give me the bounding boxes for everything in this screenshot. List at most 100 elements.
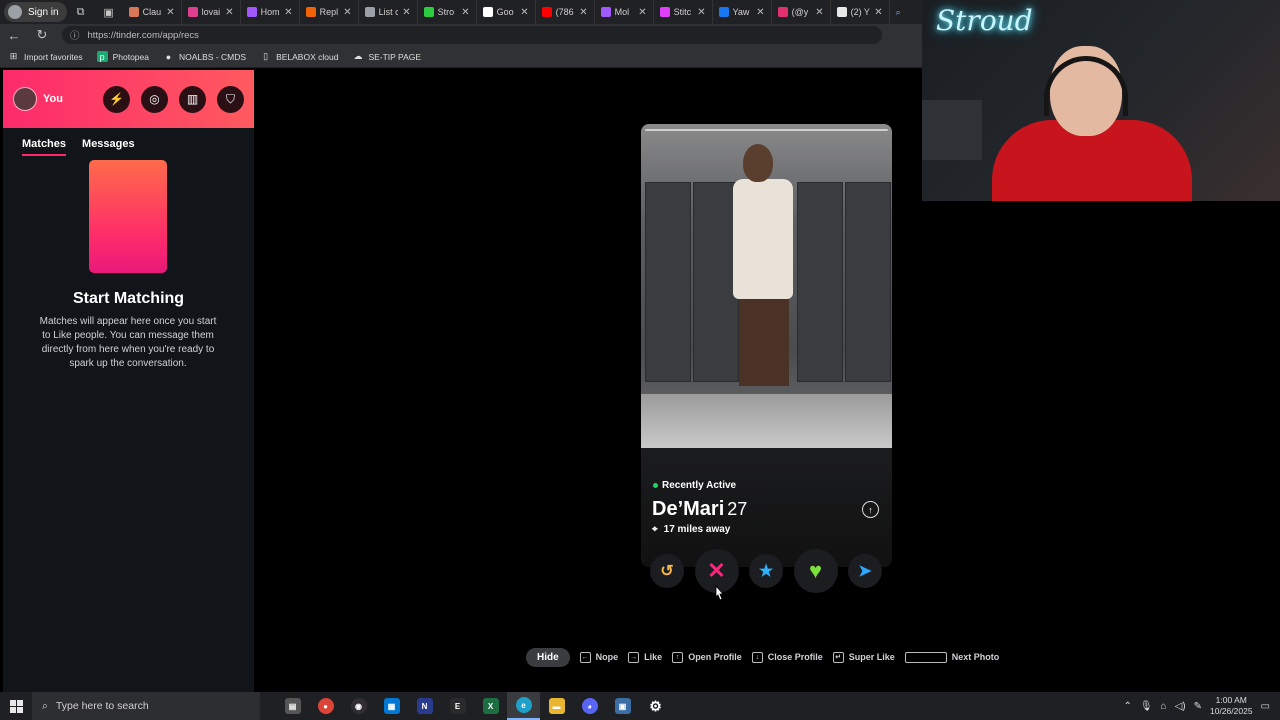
taskbar-search[interactable]: ⌕ Type here to search	[32, 692, 260, 720]
system-tray: ⌃ 🎙 ⌂ ◁) ✎ 1:00 AM 10/26/2025 ▭	[1123, 692, 1280, 720]
favicon-icon	[718, 7, 729, 17]
windows-logo-icon	[9, 699, 23, 713]
network-icon[interactable]: ⌂	[1161, 701, 1167, 712]
bookmark-label: Photopea	[112, 51, 149, 62]
epic-games-icon: E	[449, 698, 466, 714]
site-info-icon[interactable]: ⓘ	[70, 28, 80, 42]
browser-tab[interactable]: List c ✕	[359, 0, 418, 24]
mouse-cursor-icon	[715, 585, 724, 601]
pen-icon[interactable]: ✎	[1194, 701, 1202, 712]
store-icon: ▦	[383, 698, 400, 714]
rewind-button[interactable]: ↺	[650, 554, 684, 588]
work-mode-button[interactable]: ▥	[179, 85, 206, 113]
taskbar-settings[interactable]: ⚙	[639, 692, 672, 720]
notifications-icon[interactable]: ▭	[1261, 701, 1270, 712]
taskbar-clock[interactable]: 1:00 AM 10/26/2025	[1210, 695, 1253, 717]
bookmark-se-tip[interactable]: ☁ SE-TIP PAGE	[352, 51, 421, 62]
task-view-icon: ▤	[284, 698, 301, 714]
bookmark-noalbs[interactable]: ● NOALBS - CMDS	[163, 51, 246, 62]
taskbar-explorer[interactable]: ▬	[540, 692, 573, 720]
safety-button[interactable]: ⛉	[217, 85, 244, 113]
favicon-icon	[364, 7, 375, 17]
tab-messages[interactable]: Messages	[82, 138, 135, 156]
workspaces-icon[interactable]: ⧉	[67, 0, 95, 24]
taskbar-epic[interactable]: E	[441, 692, 474, 720]
close-tab-icon[interactable]: ✕	[166, 7, 174, 18]
browser-tab[interactable]: Stro ✕	[418, 0, 477, 24]
hide-hints-button[interactable]: Hide	[526, 647, 570, 667]
profile-photo[interactable]	[641, 124, 892, 448]
close-tab-icon[interactable]: ✕	[697, 7, 705, 18]
close-tab-icon[interactable]: ✕	[461, 7, 469, 18]
super-like-button[interactable]: ★	[749, 554, 783, 588]
favicon-icon	[541, 7, 552, 17]
start-button[interactable]	[0, 692, 32, 720]
user-name[interactable]: You	[43, 93, 92, 105]
taskbar-obs[interactable]: ◉	[342, 692, 375, 720]
chevron-up-icon[interactable]: ⌃	[1123, 701, 1131, 712]
excel-icon: X	[482, 698, 499, 714]
volume-icon[interactable]: ◁)	[1175, 701, 1186, 712]
browser-tab[interactable]: Yaw ✕	[713, 0, 772, 24]
close-tab-icon[interactable]: ✕	[520, 7, 528, 18]
taskbar-task-view[interactable]: ▤	[276, 692, 309, 720]
browser-tab[interactable]: Hom ✕	[241, 0, 300, 24]
taskbar-excel[interactable]: X	[474, 692, 507, 720]
close-tab-icon[interactable]: ✕	[815, 7, 823, 18]
tab-actions-icon[interactable]: ▣	[95, 0, 123, 24]
close-tab-icon[interactable]: ✕	[343, 7, 351, 18]
explore-button[interactable]: ◎	[141, 85, 168, 113]
bookmarks-bar: ⊞ Import favorites p Photopea ● NOALBS - CM…	[0, 46, 922, 68]
close-tab-icon[interactable]: ✕	[284, 7, 292, 18]
browser-tab[interactable]: (2) Y ✕	[831, 0, 890, 24]
microphone-icon[interactable]: 🎙	[1140, 701, 1153, 712]
taskbar-discord[interactable]: ◕	[573, 692, 606, 720]
locker-shape	[645, 182, 691, 382]
browser-tab[interactable]: lovai ✕	[182, 0, 241, 24]
browser-tab[interactable]: Goo ✕	[477, 0, 536, 24]
reload-icon[interactable]: ↻	[28, 27, 56, 43]
bookmark-photopea[interactable]: p Photopea	[96, 51, 149, 62]
taskbar-notion[interactable]: N	[408, 692, 441, 720]
taskbar-store[interactable]: ▦	[375, 692, 408, 720]
browser-tab[interactable]: Stitc ✕	[654, 0, 713, 24]
taskbar-edge[interactable]: e	[507, 692, 540, 720]
like-button[interactable]: ♥	[793, 549, 838, 593]
close-tab-icon[interactable]: ✕	[638, 7, 646, 18]
bookmark-import-favorites[interactable]: ⊞ Import favorites	[8, 51, 83, 62]
close-icon: ✕	[707, 558, 726, 583]
profile-name-row: De’Mari 27	[652, 498, 747, 521]
tab-search-icon[interactable]: ⌕	[890, 0, 912, 24]
taskbar-chrome[interactable]: ●	[309, 692, 342, 720]
streamelements-icon: ☁	[353, 51, 363, 61]
boost-button[interactable]: ⚡	[103, 85, 130, 113]
back-arrow-icon[interactable]: ←	[0, 28, 28, 43]
close-tab-icon[interactable]: ✕	[756, 7, 764, 18]
page-icon: ▯	[263, 51, 269, 61]
favicon-icon	[187, 7, 198, 17]
close-tab-icon[interactable]: ✕	[874, 7, 882, 18]
boost-send-button[interactable]: ➤	[848, 554, 882, 588]
hint-label: Like	[644, 652, 663, 662]
url-field[interactable]: ⓘ https://tinder.com/app/recs	[62, 26, 882, 44]
browser-tab[interactable]: (@y ✕	[772, 0, 831, 24]
favicon-icon	[777, 7, 788, 17]
search-placeholder: Type here to search	[55, 700, 149, 712]
heart-icon: ♥	[808, 558, 823, 583]
taskbar-photos[interactable]: ▣	[606, 692, 639, 720]
down-arrow-key-icon: ↓	[751, 651, 763, 663]
url-text: https://tinder.com/app/recs	[87, 29, 199, 41]
avatar[interactable]	[13, 87, 37, 111]
tab-matches[interactable]: Matches	[22, 138, 67, 156]
github-icon: ●	[165, 51, 172, 62]
browser-tab[interactable]: (786 ✕	[536, 0, 595, 24]
browser-tab[interactable]: Mol ✕	[595, 0, 654, 24]
close-tab-icon[interactable]: ✕	[225, 7, 233, 18]
bookmark-belabox[interactable]: ▯ BELABOX cloud	[260, 51, 338, 62]
close-tab-icon[interactable]: ✕	[402, 7, 410, 18]
sign-in-button[interactable]: Sign in	[4, 2, 67, 22]
close-tab-icon[interactable]: ✕	[579, 7, 587, 18]
browser-tab[interactable]: Repl ✕	[300, 0, 359, 24]
open-profile-button[interactable]: ↑	[862, 501, 879, 518]
browser-tab[interactable]: Clau ✕	[123, 0, 182, 24]
